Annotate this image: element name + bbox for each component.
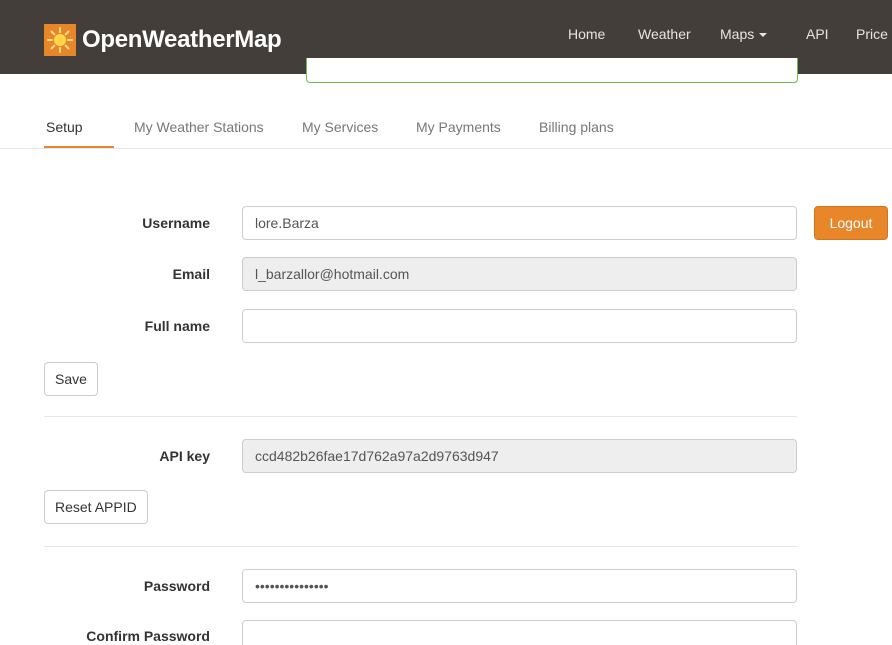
divider: [44, 416, 797, 417]
nav-weather[interactable]: Weather: [638, 26, 691, 42]
nav-api[interactable]: API: [806, 26, 829, 42]
apikey-field[interactable]: ccd482b26fae17d762a97a2d9763d947: [242, 439, 797, 473]
apikey-label: API key: [159, 448, 210, 464]
reset-appid-button[interactable]: Reset APPID: [44, 490, 148, 524]
tab-my-services[interactable]: My Services: [302, 119, 378, 135]
tab-billing-plans[interactable]: Billing plans: [539, 119, 614, 135]
notice-box: [306, 58, 798, 83]
sun-icon: [44, 24, 76, 56]
active-tab-indicator: [44, 146, 114, 148]
confirm-password-label: Confirm Password: [86, 628, 210, 644]
nav-price[interactable]: Price: [856, 26, 888, 42]
confirm-password-field[interactable]: [242, 620, 797, 645]
password-label: Password: [143, 578, 210, 594]
brand[interactable]: OpenWeatherMap: [44, 24, 282, 56]
divider: [44, 546, 797, 547]
tab-my-payments[interactable]: My Payments: [416, 119, 501, 135]
fullname-field[interactable]: [242, 309, 797, 343]
tab-setup[interactable]: Setup: [46, 119, 83, 135]
save-button[interactable]: Save: [44, 362, 98, 396]
brand-name: OpenWeatherMap: [82, 26, 282, 53]
nav-maps[interactable]: Maps: [720, 26, 768, 42]
nav-home[interactable]: Home: [568, 26, 605, 42]
tab-my-weather-stations[interactable]: My Weather Stations: [134, 119, 264, 135]
logout-button[interactable]: Logout: [814, 206, 888, 240]
username-field[interactable]: lore.Barza: [242, 206, 797, 240]
nav-maps-label: Maps: [720, 26, 755, 42]
account-tabs: Setup My Weather Stations My Services My…: [0, 112, 892, 149]
email-label: Email: [172, 266, 210, 282]
username-label: Username: [142, 215, 210, 231]
email-field[interactable]: l_barzallor@hotmail.com: [242, 257, 797, 291]
fullname-label: Full name: [144, 318, 210, 334]
caret-down-icon: [759, 33, 768, 38]
password-field[interactable]: •••••••••••••••: [242, 569, 797, 603]
